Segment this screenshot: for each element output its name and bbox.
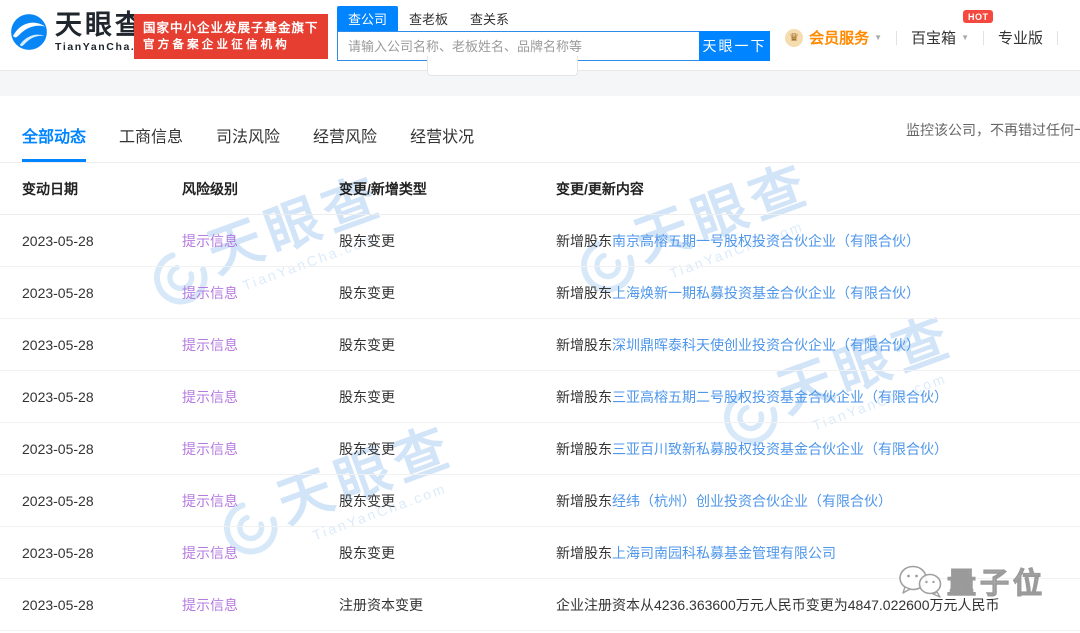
column-header-risk-level: 风险级别 bbox=[182, 179, 339, 199]
company-link[interactable]: 南京高榕五期一号股权投资合伙企业（有限合伙） bbox=[612, 233, 920, 249]
table-row: 2023-05-28提示信息股东变更新增股东经纬（杭州）创业投资合伙企业（有限合… bbox=[0, 475, 1080, 527]
page: 天眼查 TianYanCha.com 国家中小企业发展子基金旗下 官方备案企业征… bbox=[0, 0, 1080, 633]
dropdown-remnant bbox=[427, 56, 578, 76]
change-date: 2023-05-28 bbox=[22, 441, 182, 457]
change-date: 2023-05-28 bbox=[22, 337, 182, 353]
search-bar: 查公司 查老板 查关系 天眼一下 bbox=[337, 6, 770, 61]
company-link[interactable]: 上海焕新一期私募投资基金合伙企业（有限合伙） bbox=[612, 285, 920, 301]
pro-version-label: 专业版 bbox=[998, 27, 1043, 48]
change-content-text: 新增股东 bbox=[556, 493, 612, 509]
column-header-date: 变动日期 bbox=[22, 179, 182, 199]
company-link[interactable]: 三亚高榕五期二号股权投资基金合伙企业（有限合伙） bbox=[612, 389, 948, 405]
search-button[interactable]: 天眼一下 bbox=[699, 31, 770, 61]
company-link[interactable]: 三亚百川致新私募股权投资基金合伙企业（有限合伙） bbox=[612, 441, 948, 457]
table-row: 2023-05-28提示信息股东变更新增股东上海焕新一期私募投资基金合伙企业（有… bbox=[0, 267, 1080, 319]
risk-level-badge: 提示信息 bbox=[182, 283, 339, 303]
change-date: 2023-05-28 bbox=[22, 233, 182, 249]
company-link[interactable]: 经纬（杭州）创业投资合伙企业（有限合伙） bbox=[612, 493, 892, 509]
panel-content: 全部动态 工商信息 司法风险 经营风险 经营状况 监控该公司，不再错过任何一 变… bbox=[0, 96, 1080, 631]
badge-line1: 国家中小企业发展子基金旗下 bbox=[143, 19, 319, 37]
change-content-text: 新增股东 bbox=[556, 545, 612, 561]
change-type: 股东变更 bbox=[339, 543, 556, 563]
column-header-change-type: 变更/新增类型 bbox=[339, 179, 556, 199]
change-type: 股东变更 bbox=[339, 231, 556, 251]
table-body: 2023-05-28提示信息股东变更新增股东南京高榕五期一号股权投资合伙企业（有… bbox=[0, 215, 1080, 631]
change-content: 新增股东上海焕新一期私募投资基金合伙企业（有限合伙） bbox=[556, 283, 1058, 303]
risk-level-badge: 提示信息 bbox=[182, 335, 339, 355]
toolbox-label: 百宝箱 bbox=[911, 27, 956, 48]
change-content: 新增股东三亚高榕五期二号股权投资基金合伙企业（有限合伙） bbox=[556, 387, 1058, 407]
change-content-text: 企业注册资本从4236.363600万元人民币变更为4847.022600万元人… bbox=[556, 597, 1000, 613]
chevron-down-icon: ▼ bbox=[874, 33, 882, 42]
toolbox-menu[interactable]: HOT 百宝箱 ▼ bbox=[911, 27, 969, 48]
table-row: 2023-05-28提示信息股东变更新增股东上海司南园科私募基金管理有限公司 bbox=[0, 527, 1080, 579]
change-type: 注册资本变更 bbox=[339, 595, 556, 615]
change-date: 2023-05-28 bbox=[22, 597, 182, 613]
tab-operation-risk[interactable]: 经营风险 bbox=[313, 123, 377, 162]
risk-level-badge: 提示信息 bbox=[182, 595, 339, 615]
change-content-text: 新增股东 bbox=[556, 285, 612, 301]
search-tab-company[interactable]: 查公司 bbox=[337, 6, 398, 31]
change-date: 2023-05-28 bbox=[22, 545, 182, 561]
tab-business-info[interactable]: 工商信息 bbox=[119, 123, 183, 162]
pro-version-link[interactable]: 专业版 bbox=[998, 27, 1043, 48]
vip-service-menu[interactable]: ♛ 会员服务 ▼ bbox=[785, 27, 882, 48]
search-tab-boss[interactable]: 查老板 bbox=[398, 6, 459, 31]
tab-operation-status[interactable]: 经营状况 bbox=[410, 123, 474, 162]
change-type: 股东变更 bbox=[339, 491, 556, 511]
table-row: 2023-05-28提示信息股东变更新增股东南京高榕五期一号股权投资合伙企业（有… bbox=[0, 215, 1080, 267]
change-content-text: 新增股东 bbox=[556, 389, 612, 405]
change-content: 新增股东三亚百川致新私募股权投资基金合伙企业（有限合伙） bbox=[556, 439, 1058, 459]
tab-judicial-risk[interactable]: 司法风险 bbox=[216, 123, 280, 162]
change-content: 企业注册资本从4236.363600万元人民币变更为4847.022600万元人… bbox=[556, 595, 1058, 615]
risk-level-badge: 提示信息 bbox=[182, 543, 339, 563]
table-row: 2023-05-28提示信息股东变更新增股东深圳鼎晖泰科天使创业投资合伙企业（有… bbox=[0, 319, 1080, 371]
monitor-company-link[interactable]: 监控该公司，不再错过任何一 bbox=[906, 120, 1080, 140]
company-link[interactable]: 深圳鼎晖泰科天使创业投资合伙企业（有限合伙） bbox=[612, 337, 920, 353]
change-type: 股东变更 bbox=[339, 283, 556, 303]
divider bbox=[983, 31, 984, 45]
change-content-text: 新增股东 bbox=[556, 441, 612, 457]
table-row: 2023-05-28提示信息股东变更新增股东三亚高榕五期二号股权投资基金合伙企业… bbox=[0, 371, 1080, 423]
change-content-text: 新增股东 bbox=[556, 337, 612, 353]
vip-service-label: 会员服务 bbox=[809, 27, 869, 48]
section-tabs: 全部动态 工商信息 司法风险 经营风险 经营状况 监控该公司，不再错过任何一 bbox=[0, 96, 1080, 163]
change-type: 股东变更 bbox=[339, 335, 556, 355]
change-date: 2023-05-28 bbox=[22, 389, 182, 405]
divider bbox=[1057, 31, 1058, 45]
change-content-text: 新增股东 bbox=[556, 233, 612, 249]
badge-line2: 官方备案企业征信机构 bbox=[143, 37, 319, 54]
change-type: 股东变更 bbox=[339, 439, 556, 459]
company-dynamics-panel: 天眼查TianYanCha.com天眼查TianYanCha.com天眼查Tia… bbox=[0, 96, 1080, 633]
tianyancha-swirl-icon bbox=[10, 13, 48, 51]
table-header: 变动日期 风险级别 变更/新增类型 变更/更新内容 bbox=[0, 163, 1080, 215]
chevron-down-icon: ▼ bbox=[961, 33, 969, 42]
search-tabs: 查公司 查老板 查关系 bbox=[337, 6, 770, 31]
change-content: 新增股东南京高榕五期一号股权投资合伙企业（有限合伙） bbox=[556, 231, 1058, 251]
divider bbox=[896, 31, 897, 45]
column-header-change-content: 变更/更新内容 bbox=[556, 179, 1058, 199]
risk-level-badge: 提示信息 bbox=[182, 439, 339, 459]
crown-icon: ♛ bbox=[785, 29, 803, 47]
risk-level-badge: 提示信息 bbox=[182, 387, 339, 407]
table-row: 2023-05-28提示信息注册资本变更企业注册资本从4236.363600万元… bbox=[0, 579, 1080, 631]
hot-badge: HOT bbox=[963, 10, 993, 23]
change-type: 股东变更 bbox=[339, 387, 556, 407]
change-content: 新增股东经纬（杭州）创业投资合伙企业（有限合伙） bbox=[556, 491, 1058, 511]
header-nav: ♛ 会员服务 ▼ HOT 百宝箱 ▼ 专业版 bbox=[785, 27, 1072, 48]
change-date: 2023-05-28 bbox=[22, 285, 182, 301]
change-content: 新增股东上海司南园科私募基金管理有限公司 bbox=[556, 543, 1058, 563]
search-tab-relation[interactable]: 查关系 bbox=[459, 6, 520, 31]
risk-level-badge: 提示信息 bbox=[182, 491, 339, 511]
company-link[interactable]: 上海司南园科私募基金管理有限公司 bbox=[612, 545, 836, 561]
change-content: 新增股东深圳鼎晖泰科天使创业投资合伙企业（有限合伙） bbox=[556, 335, 1058, 355]
risk-level-badge: 提示信息 bbox=[182, 231, 339, 251]
tab-all-dynamics[interactable]: 全部动态 bbox=[22, 123, 86, 162]
table-row: 2023-05-28提示信息股东变更新增股东三亚百川致新私募股权投资基金合伙企业… bbox=[0, 423, 1080, 475]
change-date: 2023-05-28 bbox=[22, 493, 182, 509]
official-certification-badge: 国家中小企业发展子基金旗下 官方备案企业征信机构 bbox=[134, 14, 328, 59]
